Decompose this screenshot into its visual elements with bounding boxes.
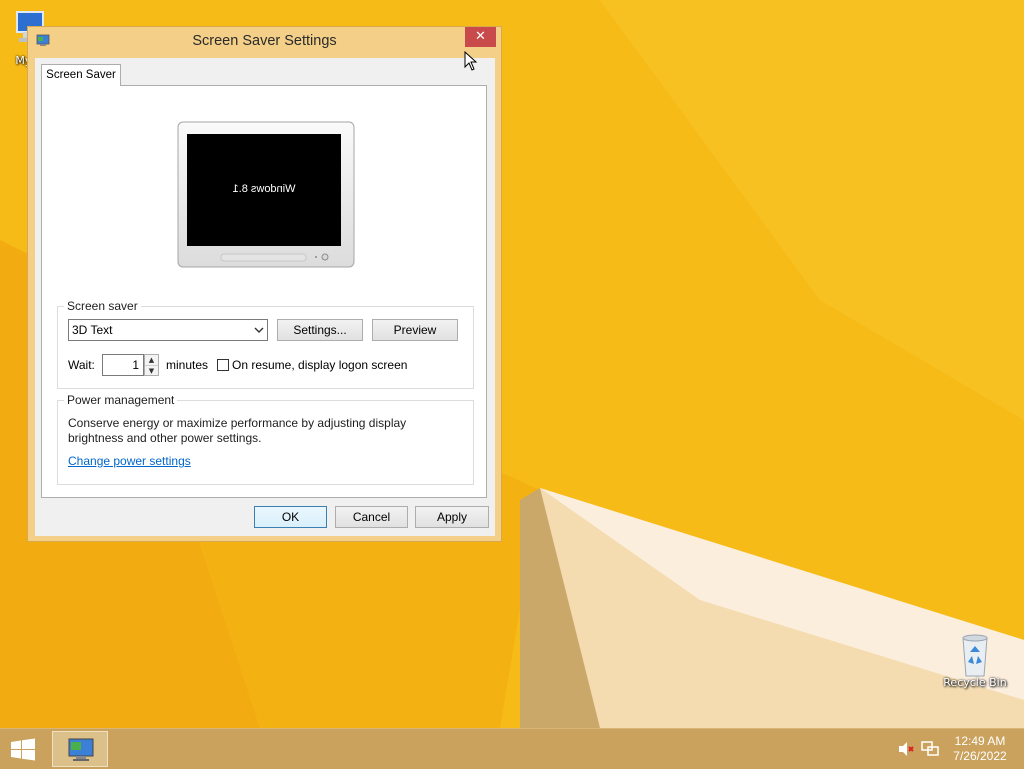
change-power-settings-link[interactable]: Change power settings — [68, 454, 191, 468]
screen-saver-select[interactable]: 3D Text — [68, 319, 268, 341]
settings-button[interactable]: Settings... — [277, 319, 363, 341]
wait-label: Wait: — [68, 358, 95, 372]
recycle-bin-icon — [955, 630, 995, 677]
preview-monitor: Windows 8.1 — [177, 121, 355, 272]
minutes-label: minutes — [166, 358, 209, 372]
close-button[interactable]: ✕ — [465, 27, 496, 47]
start-button[interactable] — [6, 736, 40, 764]
dialog-titlebar[interactable]: Screen Saver Settings ✕ — [28, 27, 501, 55]
clock-date: 7/26/2022 — [953, 749, 1007, 763]
volume-muted-icon[interactable] — [897, 741, 915, 757]
recycle-bin-label: Recycle Bin — [943, 676, 1007, 689]
ok-button[interactable]: OK — [254, 506, 327, 528]
wait-minutes-spinner[interactable]: ▲ ▼ — [144, 354, 159, 376]
recycle-bin-desktop-icon[interactable]: Recycle Bin — [940, 630, 1010, 689]
chevron-down-icon — [254, 320, 264, 347]
tab-panel: Windows 8.1 Screen saver 3D Text Setting… — [41, 85, 487, 498]
resume-logon-checkbox[interactable] — [217, 359, 229, 371]
dialog-title: Screen Saver Settings — [192, 33, 337, 49]
cancel-button[interactable]: Cancel — [335, 506, 408, 528]
resume-logon-label[interactable]: On resume, display logon screen — [232, 358, 407, 372]
wait-minutes-input[interactable]: 1 — [102, 354, 144, 376]
taskbar-item-screen-saver-settings[interactable] — [52, 731, 108, 767]
display-settings-icon — [67, 737, 95, 766]
power-management-group: Power management Conserve energy or maxi… — [57, 393, 474, 485]
preview-button[interactable]: Preview — [372, 319, 458, 341]
preview-screen-text: Windows 8.1 — [232, 183, 296, 195]
power-management-group-label: Power management — [64, 393, 178, 407]
apply-button[interactable]: Apply — [415, 506, 489, 528]
taskbar-clock[interactable]: 12:49 AM 7/26/2022 — [940, 734, 1020, 764]
taskbar: 12:49 AM 7/26/2022 — [0, 728, 1024, 769]
mouse-cursor-icon — [464, 50, 478, 74]
screen-saver-group: Screen saver 3D Text Settings... Preview… — [57, 299, 474, 389]
screen-saver-group-label: Screen saver — [64, 299, 141, 313]
spin-up-icon[interactable]: ▲ — [145, 355, 158, 365]
network-icon[interactable] — [921, 741, 939, 757]
windows-logo-icon — [11, 738, 35, 761]
screen-saver-selected-value: 3D Text — [72, 323, 113, 337]
dialog-client-area: Screen Saver Windows 8.1 Screen saver 3D… — [35, 58, 495, 536]
screen-saver-settings-dialog: Screen Saver Settings ✕ Screen Saver Win… — [27, 26, 502, 542]
tab-screen-saver[interactable]: Screen Saver — [41, 64, 121, 86]
clock-time: 12:49 AM — [954, 734, 1006, 748]
power-description: Conserve energy or maximize performance … — [68, 416, 407, 445]
spin-down-icon[interactable]: ▼ — [145, 365, 158, 376]
